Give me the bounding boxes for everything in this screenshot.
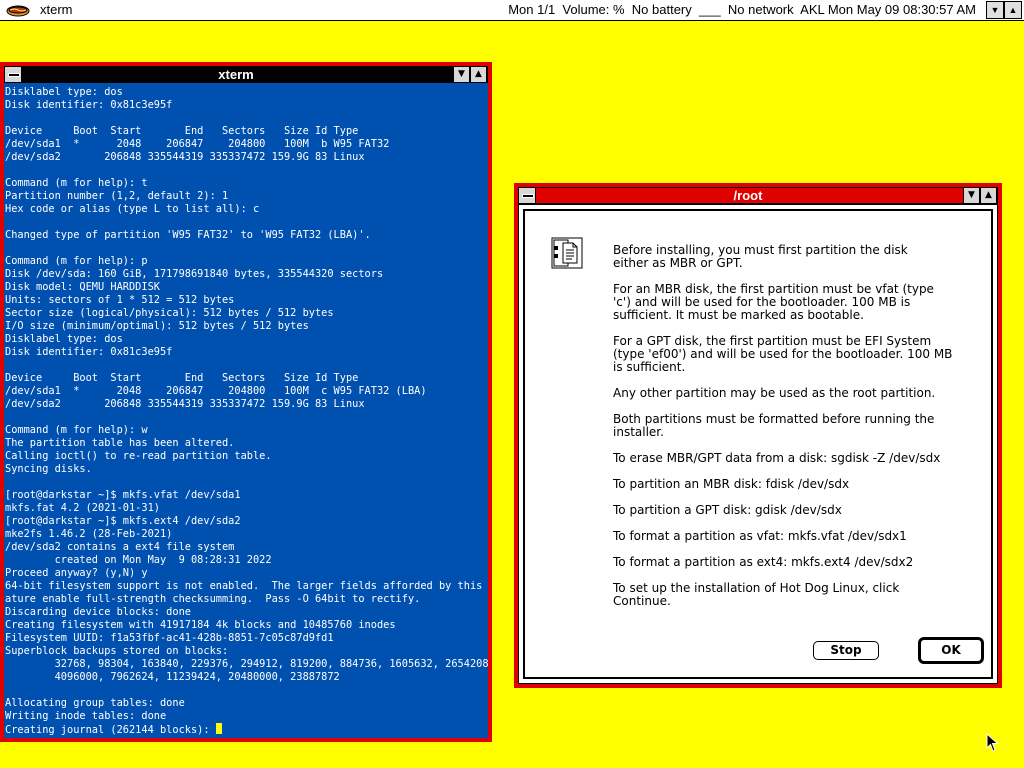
system-menu-icon[interactable] xyxy=(519,188,536,203)
message-paragraph: For an MBR disk, the first partition mus… xyxy=(613,282,934,322)
message-paragraph: To format a partition as ext4: mkfs.ext4… xyxy=(613,555,914,569)
message-paragraph: To partition a GPT disk: gdisk /dev/sdx xyxy=(613,503,842,517)
maximize-icon[interactable]: ▲ xyxy=(980,188,997,203)
message-paragraph: For a GPT disk, the first partition must… xyxy=(613,334,953,374)
message-paragraph: To set up the installation of Hot Dog Li… xyxy=(613,581,900,608)
scroll-up-icon[interactable]: ▲ xyxy=(1004,1,1022,19)
active-app-name[interactable]: xterm xyxy=(40,2,73,17)
minimize-icon[interactable]: ▼ xyxy=(963,188,980,203)
xterm-window: xterm ▼ ▲ Disklabel type: dos Disk ident… xyxy=(0,62,492,742)
dialog-title: /root xyxy=(733,188,763,203)
note-icon xyxy=(551,237,583,269)
menubar: xterm Mon 1/1 Volume: % No battery ___ N… xyxy=(0,0,1024,21)
maximize-icon[interactable]: ▲ xyxy=(470,67,487,82)
terminal-output[interactable]: Disklabel type: dos Disk identifier: 0x8… xyxy=(4,83,488,737)
terminal-area[interactable]: Disklabel type: dos Disk identifier: 0x8… xyxy=(4,83,488,738)
dialog-body: Before installing, you must first partit… xyxy=(518,204,998,684)
stop-button[interactable]: Stop xyxy=(813,641,879,660)
terminal-cursor xyxy=(215,723,222,734)
hotdog-app-icon[interactable] xyxy=(6,2,30,18)
dialog-message: Before installing, you must first partit… xyxy=(613,244,993,621)
minimize-icon[interactable]: ▼ xyxy=(453,67,470,82)
message-paragraph: Both partitions must be formatted before… xyxy=(613,412,935,439)
ok-button[interactable]: OK xyxy=(918,637,984,664)
window-title: xterm xyxy=(218,67,254,82)
dialog-inner-frame: Before installing, you must first partit… xyxy=(523,209,993,679)
message-paragraph: To format a partition as vfat: mkfs.vfat… xyxy=(613,529,907,543)
dialog-titlebar[interactable]: /root ▼ ▲ xyxy=(518,187,998,204)
scroll-down-icon[interactable]: ▼ xyxy=(986,1,1004,19)
root-dialog-window: /root ▼ ▲ Before installing, you must fi… xyxy=(514,183,1002,688)
message-paragraph: Before installing, you must first partit… xyxy=(613,243,908,270)
mouse-pointer-icon xyxy=(986,733,999,752)
message-paragraph: To erase MBR/GPT data from a disk: sgdis… xyxy=(613,451,941,465)
system-menu-icon[interactable] xyxy=(5,67,22,82)
message-paragraph: Any other partition may be used as the r… xyxy=(613,386,936,400)
message-paragraph: To partition an MBR disk: fdisk /dev/sdx xyxy=(613,477,850,491)
status-text: Mon 1/1 Volume: % No battery ___ No netw… xyxy=(508,2,976,17)
xterm-titlebar[interactable]: xterm ▼ ▲ xyxy=(4,66,488,83)
